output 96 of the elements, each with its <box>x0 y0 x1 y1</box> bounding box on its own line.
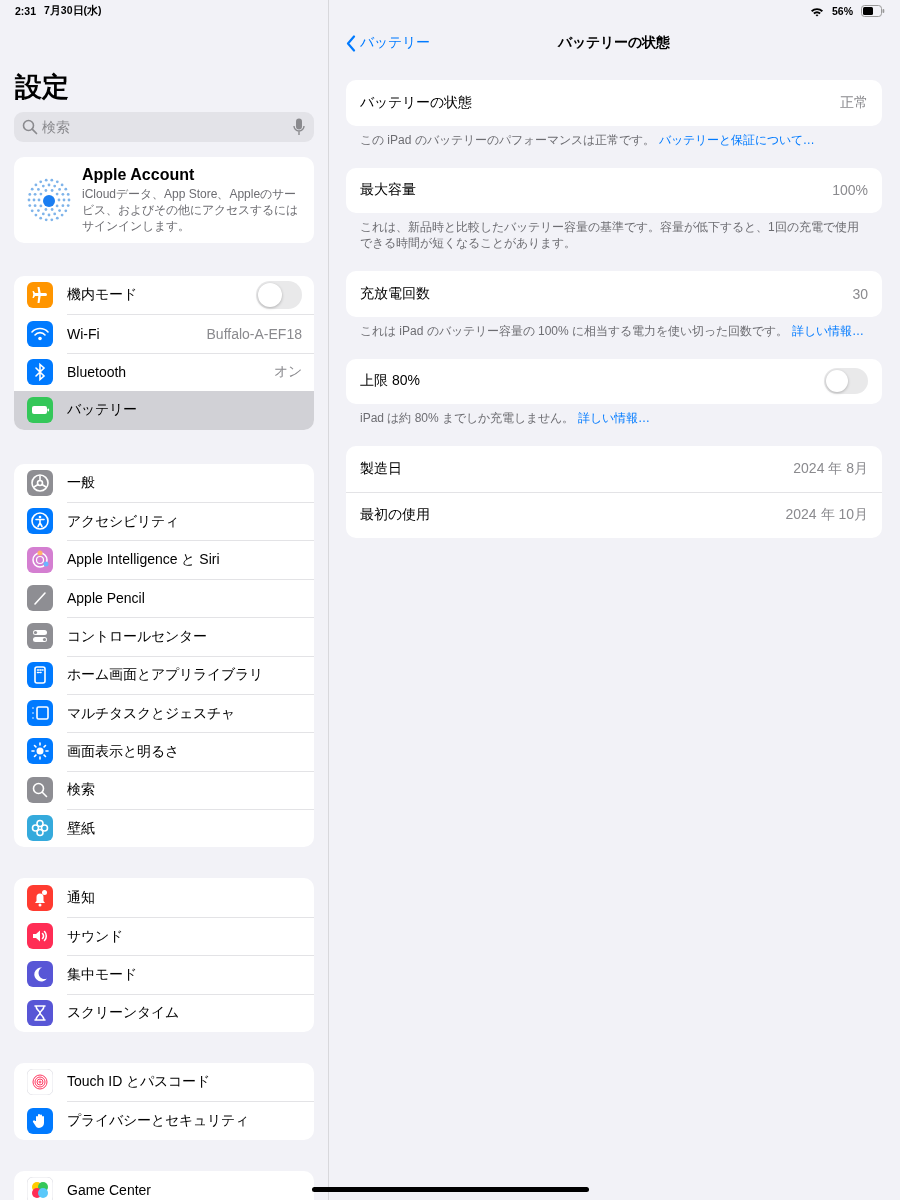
row-label: 製造日 <box>360 459 403 478</box>
hourglass-icon <box>27 999 53 1026</box>
item-label: Touch ID とパスコード <box>67 1073 212 1092</box>
item-value: Buffalo-A-EF18 <box>206 326 302 343</box>
window-icon <box>27 700 53 727</box>
sidebar-item[interactable]: 集中モード <box>14 955 314 994</box>
toggle-switch[interactable] <box>824 368 868 395</box>
sidebar-item[interactable]: Game Center <box>14 1170 314 1200</box>
speaker-icon <box>27 923 53 950</box>
info-link[interactable]: 詳しい情報… <box>792 323 865 338</box>
sidebar-item[interactable]: Apple Intelligence と Siri <box>14 540 314 579</box>
wifi-icon <box>810 5 824 17</box>
search-icon <box>27 776 53 803</box>
item-label: コントロールセンター <box>67 627 208 646</box>
sidebar-item[interactable]: プライバシーとセキュリティ <box>14 1101 314 1140</box>
chevron-left-icon <box>346 34 356 52</box>
item-value: オン <box>274 363 302 382</box>
sidebar-item[interactable]: アクセシビリティ <box>14 501 314 541</box>
sidebar-item[interactable]: Apple Pencil <box>14 578 314 618</box>
tablet-icon <box>27 661 53 688</box>
sidebar-item[interactable]: Wi-Fi Buffalo-A-EF18 <box>14 314 314 353</box>
item-label: 集中モード <box>67 965 138 984</box>
gear-icon <box>27 469 53 496</box>
airplane-icon <box>27 282 53 309</box>
sidebar-item[interactable]: 一般 <box>14 463 314 502</box>
pencil-icon <box>27 584 53 611</box>
info-link[interactable]: 詳しい情報… <box>578 411 651 425</box>
accessibility-icon <box>27 508 53 535</box>
info-link[interactable]: バッテリーと保証について… <box>658 132 815 147</box>
item-label: 通知 <box>67 888 96 907</box>
sidebar-item[interactable]: 検索 <box>14 770 314 810</box>
sidebar-item[interactable]: 機内モード <box>14 276 314 315</box>
item-label: サウンド <box>67 927 124 946</box>
row-label: 充放電回数 <box>360 284 431 303</box>
row-value: 2024 年 10月 <box>785 506 868 525</box>
row-label: バッテリーの状態 <box>360 93 473 112</box>
item-label: Apple Intelligence と Siri <box>67 551 221 570</box>
row-value: 100% <box>832 182 868 199</box>
switches-icon <box>27 623 53 650</box>
sun-icon <box>27 738 53 765</box>
sidebar-item[interactable]: 通知 <box>14 878 314 917</box>
item-label: 画面表示と明るさ <box>67 743 180 761</box>
home-indicator[interactable] <box>312 1187 589 1192</box>
item-label: 壁紙 <box>67 819 96 838</box>
account-description: iCloudデータ、App Store、Appleのサービス、およびその他にアクセスするにはサインインします。 <box>82 186 299 234</box>
sidebar-item[interactable]: バッテリー <box>14 391 314 430</box>
item-label: スクリーンタイム <box>67 1004 180 1023</box>
battery-icon <box>27 397 53 424</box>
sidebar-item[interactable]: ホーム画面とアプリライブラリ <box>14 655 314 694</box>
back-button[interactable]: バッテリー <box>340 33 436 53</box>
row-label: 上限 80% <box>360 372 421 391</box>
row-value: 30 <box>852 285 868 302</box>
bluetooth-icon <box>27 358 53 385</box>
battery-percent: 56% <box>832 5 853 17</box>
item-label: Wi-Fi <box>67 326 101 343</box>
microphone-icon[interactable] <box>293 118 305 136</box>
sidebar-item[interactable]: 壁紙 <box>14 809 314 848</box>
footnote-text: iPad は約 80% までしか充電しません。 詳しい情報… <box>359 410 652 426</box>
footnote-text: これは iPad のバッテリー容量の 100% に相当する電力を使い切った回数です。 詳しい情報… <box>359 322 866 339</box>
item-label: ホーム画面とアプリライブラリ <box>67 666 264 685</box>
row-label: 最初の使用 <box>360 506 431 525</box>
sidebar-item[interactable]: スクリーンタイム <box>14 993 314 1033</box>
status-date: 7月30日(水) <box>44 4 102 18</box>
toggle-switch[interactable] <box>256 281 302 310</box>
wifi-icon <box>27 320 53 347</box>
search-field[interactable]: 検索 <box>14 112 314 142</box>
row-value: 2024 年 8月 <box>793 459 868 478</box>
sidebar-item[interactable]: サウンド <box>14 916 314 956</box>
footnote-text: これは、新品時と比較したバッテリー容量の基準です。容量が低下すると、1回の充電で使用できる時間が短くなることがあります。 <box>359 219 860 251</box>
item-label: Apple Pencil <box>67 590 146 607</box>
sidebar-item[interactable]: マルチタスクとジェスチャ <box>14 693 314 733</box>
item-label: 一般 <box>67 473 96 492</box>
moon-icon <box>27 961 53 988</box>
hand-icon <box>27 1107 53 1134</box>
bell-icon <box>27 884 53 911</box>
footnote-text: この iPad のバッテリーのパフォーマンスは正常です。 バッテリーと保証について… <box>359 131 816 148</box>
page-title: 設定 <box>15 71 70 104</box>
account-name: Apple Account <box>82 166 196 184</box>
item-label: バッテリー <box>67 401 138 420</box>
search-icon <box>22 119 38 135</box>
item-label: マルチタスクとジェスチャ <box>67 704 236 723</box>
item-label: 機内モード <box>67 286 138 305</box>
item-label: 検索 <box>67 781 96 800</box>
sidebar-item[interactable]: Touch ID とパスコード <box>14 1063 314 1102</box>
sidebar-item[interactable]: 画面表示と明るさ <box>14 732 314 771</box>
page-title: バッテリーの状態 <box>558 34 670 52</box>
account-card[interactable]: Apple Account iCloudデータ、App Store、Appleのサービス、およびその他にアクセスするにはサインインします。 <box>14 157 314 243</box>
row-value: 正常 <box>840 93 868 112</box>
row-label: 最大容量 <box>360 181 417 200</box>
status-time: 2:31 <box>15 5 36 17</box>
item-label: Game Center <box>67 1182 153 1198</box>
battery-icon <box>861 5 885 17</box>
sidebar-item[interactable]: コントロールセンター <box>14 617 314 656</box>
item-label: アクセシビリティ <box>67 512 180 531</box>
item-label: Bluetooth <box>67 364 128 381</box>
item-label: プライバシーとセキュリティ <box>67 1112 250 1131</box>
